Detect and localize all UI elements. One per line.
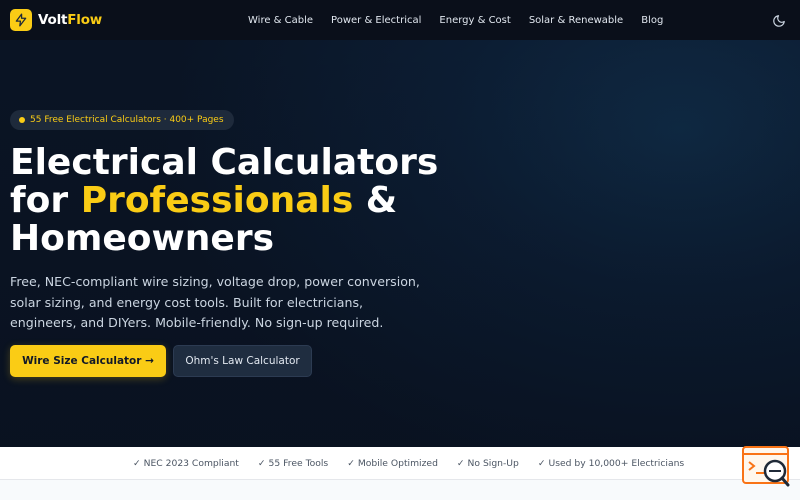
- headline-for: for: [10, 180, 81, 221]
- top-navbar: VoltFlow Wire & Cable Power & Electrical…: [0, 0, 800, 40]
- nav-link-power-electrical[interactable]: Power & Electrical: [331, 15, 421, 26]
- brand-logo[interactable]: VoltFlow: [10, 9, 102, 31]
- main-nav: Wire & Cable Power & Electrical Energy &…: [248, 0, 681, 40]
- badge-dot-icon: [19, 117, 25, 123]
- brand-name-volt: Volt: [38, 12, 68, 28]
- trust-item-nec: ✓ NEC 2023 Compliant: [133, 458, 239, 469]
- lightning-bolt-icon: [10, 9, 32, 31]
- wire-size-calculator-button[interactable]: Wire Size Calculator →: [10, 345, 166, 377]
- trust-items: ✓ NEC 2023 Compliant ✓ 55 Free Tools ✓ M…: [133, 458, 703, 469]
- headline-accent: Professionals: [80, 180, 354, 221]
- hero-headline: Electrical Calculators for Professionals…: [10, 144, 530, 258]
- page-continuation: [0, 480, 800, 500]
- trust-item-users: ✓ Used by 10,000+ Electricians: [537, 458, 685, 469]
- headline-line-3: Homeowners: [10, 218, 275, 259]
- headline-line-1: Electrical Calculators: [10, 142, 439, 183]
- moon-icon[interactable]: [772, 13, 786, 27]
- nav-link-wire-cable[interactable]: Wire & Cable: [248, 15, 313, 26]
- trust-item-free-tools: ✓ 55 Free Tools: [257, 458, 329, 469]
- ohms-law-calculator-button[interactable]: Ohm's Law Calculator: [173, 345, 312, 377]
- badge-text: 55 Free Electrical Calculators · 400+ Pa…: [30, 115, 224, 125]
- hero-description: Free, NEC-compliant wire sizing, voltage…: [10, 274, 420, 330]
- tool-count-badge: 55 Free Electrical Calculators · 400+ Pa…: [10, 110, 234, 130]
- nav-link-blog[interactable]: Blog: [641, 15, 663, 26]
- nav-link-energy-cost[interactable]: Energy & Cost: [439, 15, 510, 26]
- trust-item-no-signup: ✓ No Sign-Up: [456, 458, 519, 469]
- brand-name-flow: Flow: [67, 12, 103, 28]
- trust-item-mobile: ✓ Mobile Optimized: [347, 458, 438, 469]
- trust-bar: ✓ NEC 2023 Compliant ✓ 55 Free Tools ✓ M…: [0, 447, 800, 480]
- search-console-icon[interactable]: [742, 446, 790, 488]
- nav-link-solar-renewable[interactable]: Solar & Renewable: [529, 15, 623, 26]
- headline-amp: &: [353, 180, 398, 221]
- brand-name: VoltFlow: [38, 12, 102, 28]
